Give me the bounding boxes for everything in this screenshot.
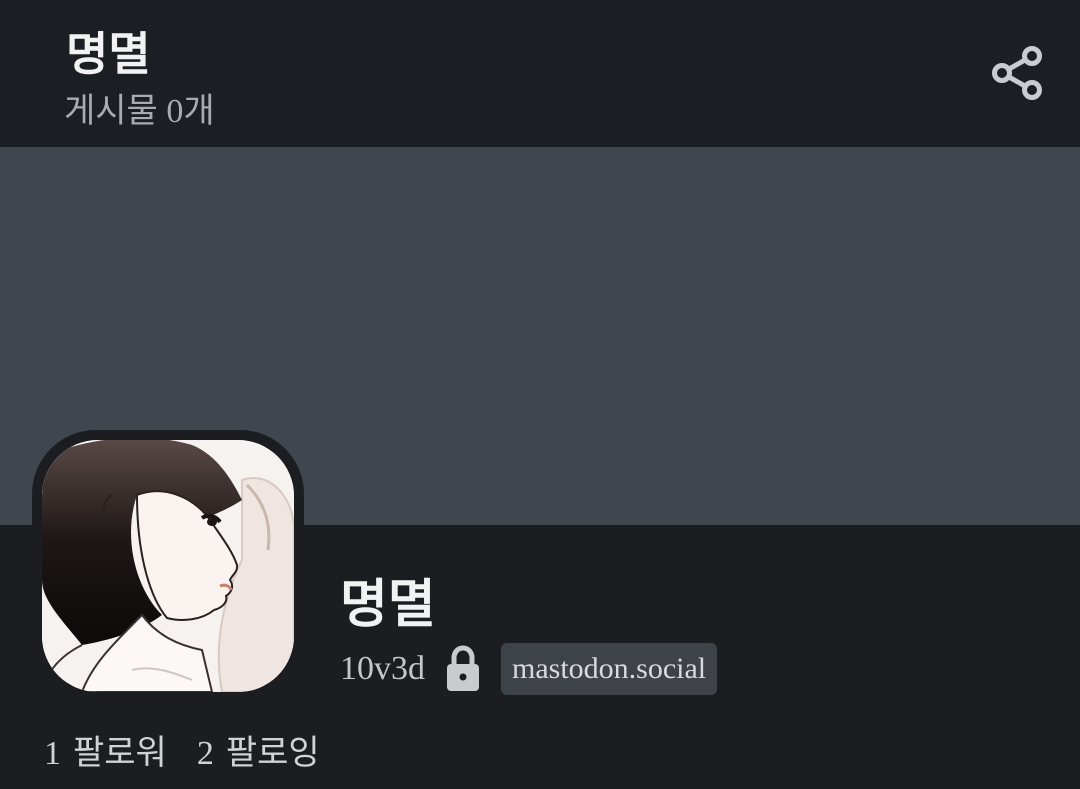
profile-display-name: 명멸 [340,577,436,634]
following-link[interactable]: 2 팔로잉 [197,730,320,778]
followers-label: 팔로워 [73,735,167,772]
post-count: 게시물 0개 [64,93,215,130]
followers-link[interactable]: 1 팔로워 [44,730,167,778]
avatar[interactable] [42,440,294,692]
follow-stats: 1 팔로워 2 팔로잉 [44,730,320,778]
followers-count: 1 [44,735,61,772]
server-domain-badge[interactable]: mastodon.social [501,643,718,695]
page-title: 명멸 [66,29,151,80]
lock-icon [447,645,479,691]
following-label: 팔로잉 [225,735,320,772]
share-icon [992,46,1042,100]
account-handle-row: 10v3d mastodon.social [340,643,718,695]
share-button[interactable] [986,40,1048,106]
avatar-illustration [42,440,294,692]
account-handle: 10v3d [340,650,425,687]
top-app-bar: 명멸 게시물 0개 [0,0,1080,147]
following-count: 2 [196,735,214,772]
